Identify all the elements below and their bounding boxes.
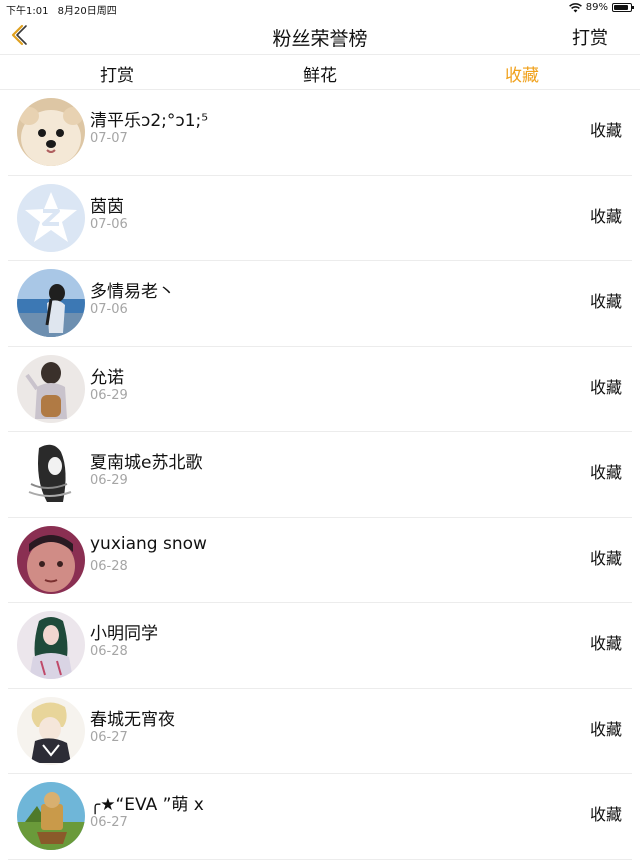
tab-bar: 打赏 鲜花 收藏 <box>0 55 640 90</box>
status-bar: 下午1:01 8月20日周四 89% <box>0 0 640 17</box>
list-item[interactable]: 春城无宵夜 06-27 收藏 <box>8 689 632 774</box>
girl-green-hair-avatar-icon <box>17 611 85 679</box>
wifi-icon <box>568 2 582 12</box>
list-item[interactable]: 清平乐ↄ2;°ↄ1;⁵ 07-07 收藏 <box>8 90 632 176</box>
avatar <box>17 269 85 337</box>
action-label: 收藏 <box>589 377 622 397</box>
action-label: 收藏 <box>589 634 622 653</box>
action-label: 收藏 <box>589 805 622 824</box>
anime-avatar-icon <box>17 696 85 765</box>
battery-percent: 89% <box>585 2 608 13</box>
girl-sea-avatar-icon <box>17 269 85 337</box>
status-right: 89% <box>568 2 634 13</box>
action-label: 收藏 <box>589 719 622 739</box>
date-label: 06-28 <box>90 644 128 659</box>
user-name: 春城无宵夜 <box>90 709 175 730</box>
avatar <box>17 440 85 508</box>
avatar <box>17 782 85 850</box>
sketch-girl-avatar-icon <box>17 440 85 508</box>
list-item[interactable]: 小明同学 06-28 收藏 <box>8 603 632 689</box>
user-name: 茵茵 <box>90 196 124 217</box>
avatar <box>17 98 85 166</box>
battery-icon <box>612 3 634 12</box>
action-label: 收藏 <box>589 206 622 226</box>
list-item[interactable]: 多情易老丶 07-06 收藏 <box>8 261 632 347</box>
qq-default-avatar-icon <box>17 183 85 252</box>
date-label: 06-29 <box>90 473 128 488</box>
avatar <box>17 525 85 594</box>
man-selfie-avatar-icon <box>17 525 85 594</box>
fan-list: 清平乐ↄ2;°ↄ1;⁵ 07-07 收藏 茵茵 07-06 收藏 多情易老丶 0… <box>8 90 632 860</box>
avatar <box>17 611 85 679</box>
user-name: 允诺 <box>90 367 124 388</box>
action-label: 收藏 <box>589 463 622 482</box>
user-name: 清平乐ↄ2;°ↄ1;⁵ <box>90 111 209 131</box>
avatar <box>17 183 85 252</box>
date-label: 07-06 <box>90 302 128 317</box>
date-label: 06-28 <box>90 558 128 574</box>
page-title: 粉丝荣誉榜 <box>272 28 368 50</box>
action-label: 收藏 <box>589 548 622 568</box>
user-name: 小明同学 <box>90 624 158 644</box>
list-item[interactable]: 夏南城e苏北歌 06-29 收藏 <box>8 432 632 518</box>
avatar <box>17 354 85 423</box>
list-item[interactable]: 茵茵 07-06 收藏 <box>8 176 632 261</box>
user-name: ╭★“EVA ”萌 x <box>90 795 204 815</box>
user-name: 多情易老丶 <box>90 282 175 302</box>
list-item[interactable]: 允诺 06-29 收藏 <box>8 347 632 432</box>
nav-bar: 粉丝荣誉榜 打赏 <box>0 16 640 55</box>
tab-favorites[interactable]: 收藏 <box>505 61 539 86</box>
date-label: 07-07 <box>90 131 128 146</box>
user-name: 夏南城e苏北歌 <box>90 453 203 473</box>
date-label: 06-27 <box>90 815 128 830</box>
user-name: yuxiang snow <box>90 533 207 554</box>
reward-button[interactable]: 打赏 <box>572 24 608 50</box>
avatar <box>17 696 85 765</box>
action-label: 收藏 <box>589 292 622 311</box>
tab-reward[interactable]: 打赏 <box>100 61 134 86</box>
cartoon-landscape-avatar-icon <box>17 782 85 850</box>
list-item[interactable]: ╭★“EVA ”萌 x 06-27 收藏 <box>8 774 632 860</box>
tab-flowers[interactable]: 鲜花 <box>303 61 337 86</box>
status-time: 下午1:01 8月20日周四 <box>6 2 117 17</box>
dog-avatar-icon <box>17 98 85 166</box>
date-label: 07-06 <box>90 216 128 232</box>
list-item[interactable]: yuxiang snow 06-28 收藏 <box>8 518 632 603</box>
date-label: 06-27 <box>90 729 128 745</box>
girl-backpack-avatar-icon <box>17 354 85 423</box>
action-label: 收藏 <box>589 121 622 140</box>
date-label: 06-29 <box>90 387 128 403</box>
